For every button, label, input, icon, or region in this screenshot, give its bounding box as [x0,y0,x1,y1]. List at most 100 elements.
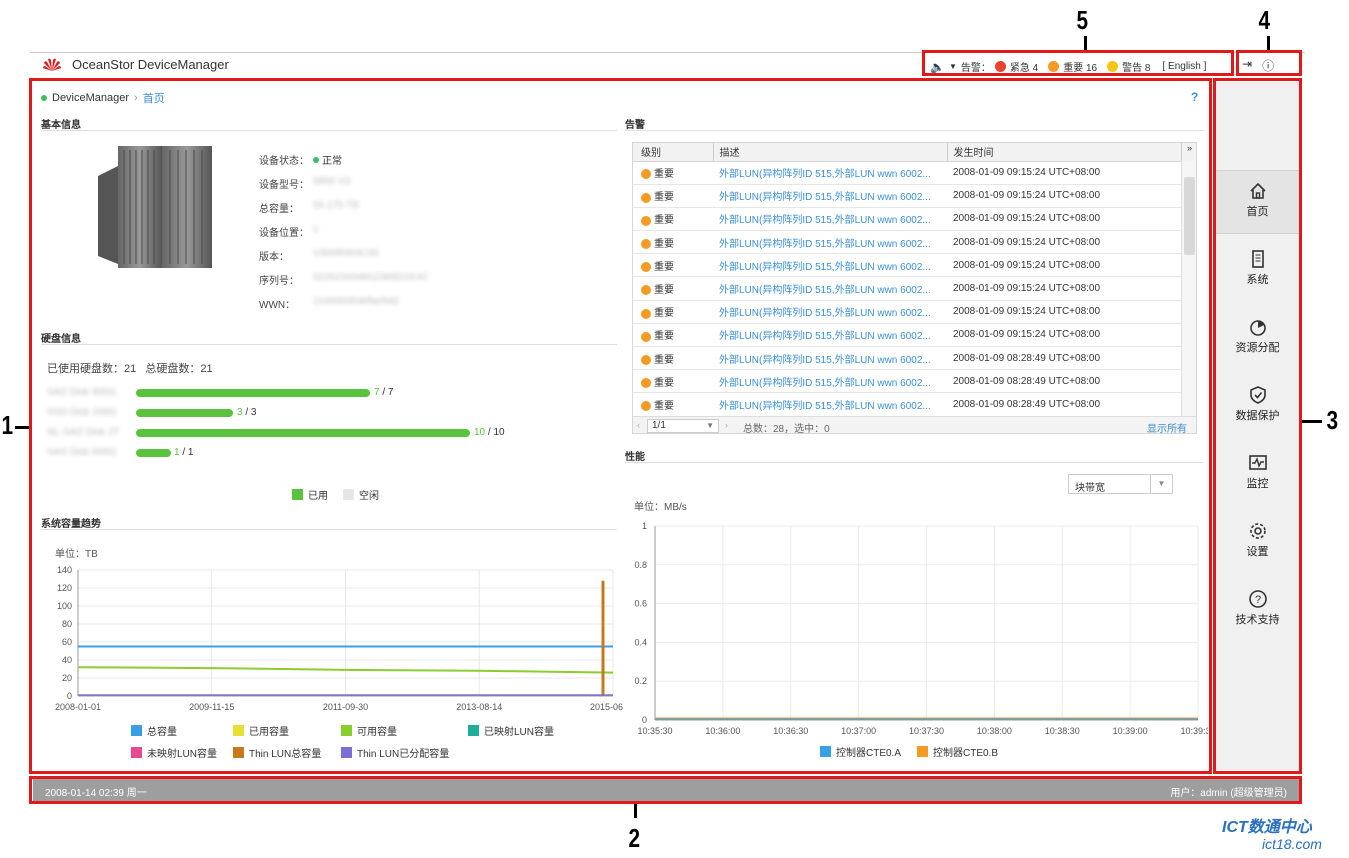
perf-legend-b: 控制器CTE0.B [917,744,998,759]
alarm-description[interactable]: 外部LUN(异构阵列ID 515,外部LUN wwn 6002... [713,253,947,278]
y-tick-label: 0 [642,715,647,725]
watermark-logo: ICT数通中心 [1222,819,1312,836]
prev-page-icon[interactable]: ‹ [637,420,640,430]
performance-metric-select[interactable]: 块带宽 ▼ [1068,474,1173,494]
location-label: 设备位置： [259,228,309,239]
column-menu-icon[interactable]: » [1181,143,1196,161]
alarm-description[interactable]: 外部LUN(异构阵列ID 515,外部LUN wwn 6002... [713,323,947,348]
alarm-row[interactable]: 重要 外部LUN(异构阵列ID 515,外部LUN wwn 6002... 2008… [633,392,1181,417]
next-page-icon[interactable]: › [725,420,728,430]
disk-type-name: SAS Disk 900G [47,387,117,398]
alarm-row[interactable]: 重要 外部LUN(异构阵列ID 515,外部LUN wwn 6002... 2008… [633,276,1181,301]
performance-title: 性能 [625,452,645,463]
chevron-down-icon[interactable]: ▼ [949,62,957,71]
sidebar-item-home[interactable]: 首页 [1216,170,1299,234]
alarm-description[interactable]: 外部LUN(异构阵列ID 515,外部LUN wwn 6002... [713,300,947,324]
alarm-level: 重要 [654,215,674,227]
home-icon [1249,182,1266,199]
major-alarm-icon [641,401,651,412]
x-tick-label: 10:36:00 [705,726,740,736]
legend-free: 空闲 [343,487,379,502]
disk-usage-bar [136,449,171,457]
version-value: V300R003C00 [313,248,379,259]
alarm-description[interactable]: 外部LUN(异构阵列ID 515,外部LUN wwn 6002... [713,392,947,417]
col-desc-header[interactable]: 描述 [712,143,947,162]
major-alarm-icon [641,192,651,203]
basic-info-title: 基本信息 [41,120,81,131]
alarm-description[interactable]: 外部LUN(异构阵列ID 515,外部LUN wwn 6002... [713,207,947,232]
help-icon[interactable]: ⓘ [1262,57,1274,74]
alarm-description[interactable]: 外部LUN(异构阵列ID 515,外部LUN wwn 6002... [713,346,947,371]
alarm-row[interactable]: 重要 外部LUN(异构阵列ID 515,外部LUN wwn 6002... 2008… [633,161,1181,185]
alarms-summary: 总数：28，选中：0 [743,424,830,434]
alarm-description[interactable]: 外部LUN(异构阵列ID 515,外部LUN wwn 6002... [713,230,947,255]
disk-info-title: 硬盘信息 [41,334,81,345]
sidebar: 首页 系统 资源分配 数据保护 监控 设置 ? 技术支持 [1216,82,1299,770]
model-value: 5800 V3 [313,176,351,187]
alarm-level: 重要 [654,285,674,297]
chevron-right-icon: › [134,92,138,104]
alarm-bar: 🔈 ▼ 告警： 紧急 4 重要 16 警告 8 [ English ] [930,59,1206,75]
disk-usage-bar [136,409,233,417]
sidebar-item-monitor[interactable]: 监控 [1216,443,1299,507]
alarms-title: 告警 [625,120,645,131]
x-tick-label: 10:36:30 [773,726,808,736]
alarm-description[interactable]: 外部LUN(异构阵列ID 515,外部LUN wwn 6002... [713,369,947,394]
alarm-description[interactable]: 外部LUN(异构阵列ID 515,外部LUN wwn 6002... [713,184,947,208]
capacity-value: 55.175 TB [313,200,359,211]
alarm-time: 2008-01-09 09:15:24 UTC+08:00 [947,184,1181,208]
x-tick-label: 2011-09-30 [323,702,368,712]
col-time-header[interactable]: 发生时间 [946,143,1181,162]
alarm-row[interactable]: 重要 外部LUN(异构阵列ID 515,外部LUN wwn 6002... 2008… [633,369,1181,394]
warning-alarm-count[interactable]: 警告 8 [1122,59,1150,74]
disk-usage-bar [136,429,470,437]
alarm-row[interactable]: 重要 外部LUN(异构阵列ID 515,外部LUN wwn 6002... 2008… [633,323,1181,348]
alarm-row[interactable]: 重要 外部LUN(异构阵列ID 515,外部LUN wwn 6002... 2008… [633,253,1181,278]
alarm-description[interactable]: 外部LUN(异构阵列ID 515,外部LUN wwn 6002... [713,276,947,301]
alarm-row[interactable]: 重要 外部LUN(异构阵列ID 515,外部LUN wwn 6002... 2008… [633,346,1181,371]
cap-legend-total: 总容量 [131,723,177,738]
location-value: 1 [313,224,319,235]
alarm-time: 2008-01-09 08:28:49 UTC+08:00 [947,346,1181,371]
y-tick-label: 0.6 [634,599,647,609]
watermark-url: ict18.com [1262,836,1322,852]
disk-summary: 已使用硬盘数：21 总硬盘数：21 [47,363,213,375]
alarm-row[interactable]: 重要 外部LUN(异构阵列ID 515,外部LUN wwn 6002... 2008… [633,300,1181,324]
sidebar-item-provisioning[interactable]: 资源分配 [1216,307,1299,371]
version-label: 版本： [259,252,289,263]
sidebar-item-settings[interactable]: 设置 [1216,511,1299,575]
page-help-icon[interactable]: ? [1191,90,1198,104]
x-tick-label: 2009-11-15 [189,702,234,712]
shield-icon [1249,386,1266,404]
alarm-row[interactable]: 重要 外部LUN(异构阵列ID 515,外部LUN wwn 6002... 2008… [633,230,1181,255]
sound-icon[interactable]: 🔈 [930,60,945,74]
alarm-time: 2008-01-09 09:15:24 UTC+08:00 [947,323,1181,348]
app-title: OceanStor DeviceManager [72,57,229,72]
major-alarm-count[interactable]: 重要 16 [1063,59,1097,74]
y-tick-label: 0 [67,691,72,701]
language-switch[interactable]: [ English ] [1162,61,1206,72]
alarm-level: 重要 [654,308,674,320]
sidebar-item-support[interactable]: ? 技术支持 [1216,579,1299,643]
major-alarm-icon [641,239,651,250]
breadcrumb-current[interactable]: 首页 [143,90,165,106]
logout-icon[interactable]: ⇥ [1242,57,1252,74]
critical-alarm-count[interactable]: 紧急 4 [1010,59,1038,74]
alarm-description[interactable]: 外部LUN(异构阵列ID 515,外部LUN wwn 6002... [713,161,947,185]
major-alarm-icon [641,285,651,296]
alarm-level: 重要 [654,354,674,366]
page-select[interactable]: 1/1 ▼ [647,419,719,433]
alarms-table: 级别 描述 发生时间 重要外部LUN(异构阵列ID 515,外部LUN wwn … [633,143,1181,417]
col-level-header[interactable]: 级别 [633,143,713,162]
show-all-link[interactable]: 显示所有 [1147,420,1187,433]
alarm-row[interactable]: 重要 外部LUN(异构阵列ID 515,外部LUN wwn 6002... 2008… [633,207,1181,232]
breadcrumb-root[interactable]: DeviceManager [52,92,129,104]
alarm-time: 2008-01-09 09:15:24 UTC+08:00 [947,161,1181,185]
x-tick-label: 10:38:00 [977,726,1012,736]
sidebar-item-data-protection[interactable]: 数据保护 [1216,375,1299,439]
sidebar-item-system[interactable]: 系统 [1216,239,1299,303]
alarm-level: 重要 [654,400,674,412]
major-alarm-icon [641,169,651,180]
alarm-row[interactable]: 重要 外部LUN(异构阵列ID 515,外部LUN wwn 6002... 2008… [633,184,1181,208]
alarms-scrollbar[interactable] [1181,161,1196,417]
